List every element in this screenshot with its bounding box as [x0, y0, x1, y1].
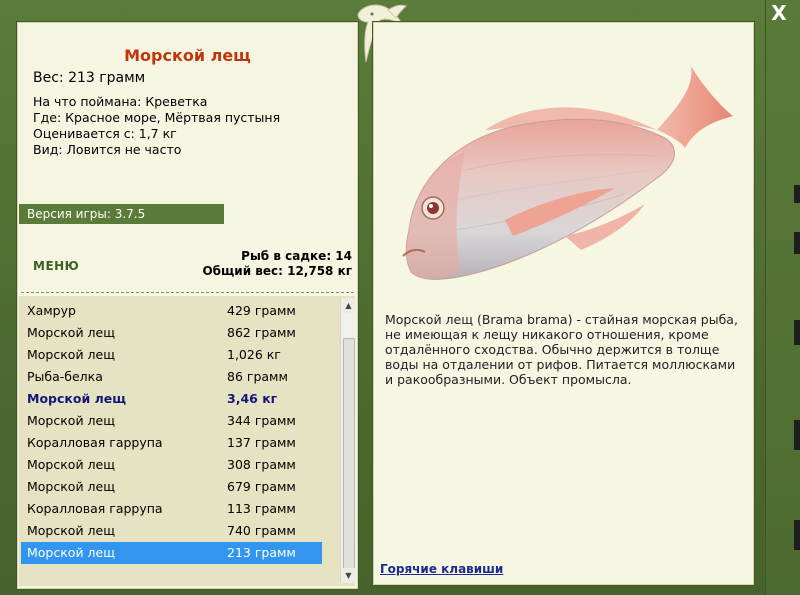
list-item-weight: 113 грамм: [227, 501, 296, 516]
catch-stats: Рыб в садке: 14 Общий вес: 12,758 кг: [202, 249, 352, 279]
list-scrollbar[interactable]: ▲ ▼: [340, 298, 356, 583]
edge-decoration: [794, 185, 800, 203]
list-item-name: Коралловая гаррупа: [27, 435, 163, 450]
list-item[interactable]: Хамрур 429 грамм: [21, 300, 322, 322]
scroll-down-icon[interactable]: ▼: [341, 568, 356, 583]
value-info: Оценивается с: 1,7 кг: [33, 126, 177, 141]
list-item-weight: 86 грамм: [227, 369, 288, 384]
edge-decoration: [794, 232, 800, 254]
list-item[interactable]: Морской лещ 308 грамм: [21, 454, 322, 476]
window-right-strip: [765, 0, 800, 595]
list-item[interactable]: Морской лещ 862 грамм: [21, 322, 322, 344]
version-bar: Версия игры: 3.7.5: [19, 204, 224, 224]
list-item-weight: 344 грамм: [227, 413, 296, 428]
edge-decoration: [794, 520, 800, 550]
list-item-weight: 213 грамм: [227, 545, 296, 560]
close-button[interactable]: X: [768, 2, 790, 24]
scroll-up-icon[interactable]: ▲: [341, 298, 356, 313]
fish-description: Морской лещ (Brama brama) - стайная морс…: [385, 312, 738, 387]
fish-info-panel: Морской лещ Вес: 213 грамм На что пойман…: [16, 21, 359, 590]
edge-decoration: [794, 420, 800, 450]
location-info: Где: Красное море, Мёртвая пустыня: [33, 110, 281, 125]
list-item-weight: 679 грамм: [227, 479, 296, 494]
list-item-name: Рыба-белка: [27, 369, 103, 384]
list-item-weight: 137 грамм: [227, 435, 296, 450]
rarity-info: Вид: Ловится не часто: [33, 142, 182, 157]
list-item-name: Хамрур: [27, 303, 76, 318]
total-weight: Общий вес: 12,758 кг: [202, 264, 352, 278]
list-item-weight: 740 грамм: [227, 523, 296, 538]
list-item-name: Морской лещ: [27, 413, 115, 428]
fish-weight: Вес: 213 грамм: [33, 70, 146, 86]
edge-decoration: [794, 320, 800, 345]
list-item-weight: 429 грамм: [227, 303, 296, 318]
list-item-record[interactable]: Морской лещ 3,46 кг: [21, 388, 322, 410]
fish-count: Рыб в садке: 14: [241, 249, 352, 263]
list-item[interactable]: Коралловая гаррупа 137 грамм: [21, 432, 322, 454]
list-item[interactable]: Морской лещ 344 грамм: [21, 410, 322, 432]
list-item-name: Коралловая гаррупа: [27, 501, 163, 516]
list-item[interactable]: Морской лещ 1,026 кг: [21, 344, 322, 366]
fish-description-panel: Морской лещ (Brama brama) - стайная морс…: [372, 21, 755, 586]
list-item-weight: 862 грамм: [227, 325, 296, 340]
fish-image: [402, 66, 733, 280]
list-item-weight: 308 грамм: [227, 457, 296, 472]
list-item-name: Морской лещ: [27, 523, 115, 538]
list-item-weight: 1,026 кг: [227, 347, 281, 362]
bait-info: На что поймана: Креветка: [33, 94, 208, 109]
menu-button[interactable]: МЕНЮ: [33, 259, 79, 273]
list-item-name: Морской лещ: [27, 325, 115, 340]
hotkeys-link[interactable]: Горячие клавиши: [380, 562, 503, 576]
list-item-name: Морской лещ: [27, 479, 115, 494]
list-item-name: Морской лещ: [27, 347, 115, 362]
catch-list: Хамрур 429 грамм Морской лещ 862 грамм М…: [19, 296, 356, 586]
list-item-weight: 3,46 кг: [227, 391, 278, 406]
list-item-selected[interactable]: Морской лещ 213 грамм: [21, 542, 322, 564]
list-item[interactable]: Морской лещ 740 грамм: [21, 520, 322, 542]
fish-title: Морской лещ: [124, 46, 251, 65]
list-item[interactable]: Коралловая гаррупа 113 грамм: [21, 498, 322, 520]
divider: [21, 292, 354, 293]
list-item-name: Морской лещ: [27, 457, 115, 472]
list-item-name: Морской лещ: [27, 545, 115, 560]
list-item[interactable]: Морской лещ 679 грамм: [21, 476, 322, 498]
scroll-thumb[interactable]: [343, 338, 355, 575]
list-item[interactable]: Рыба-белка 86 грамм: [21, 366, 322, 388]
list-item-name: Морской лещ: [27, 391, 127, 406]
